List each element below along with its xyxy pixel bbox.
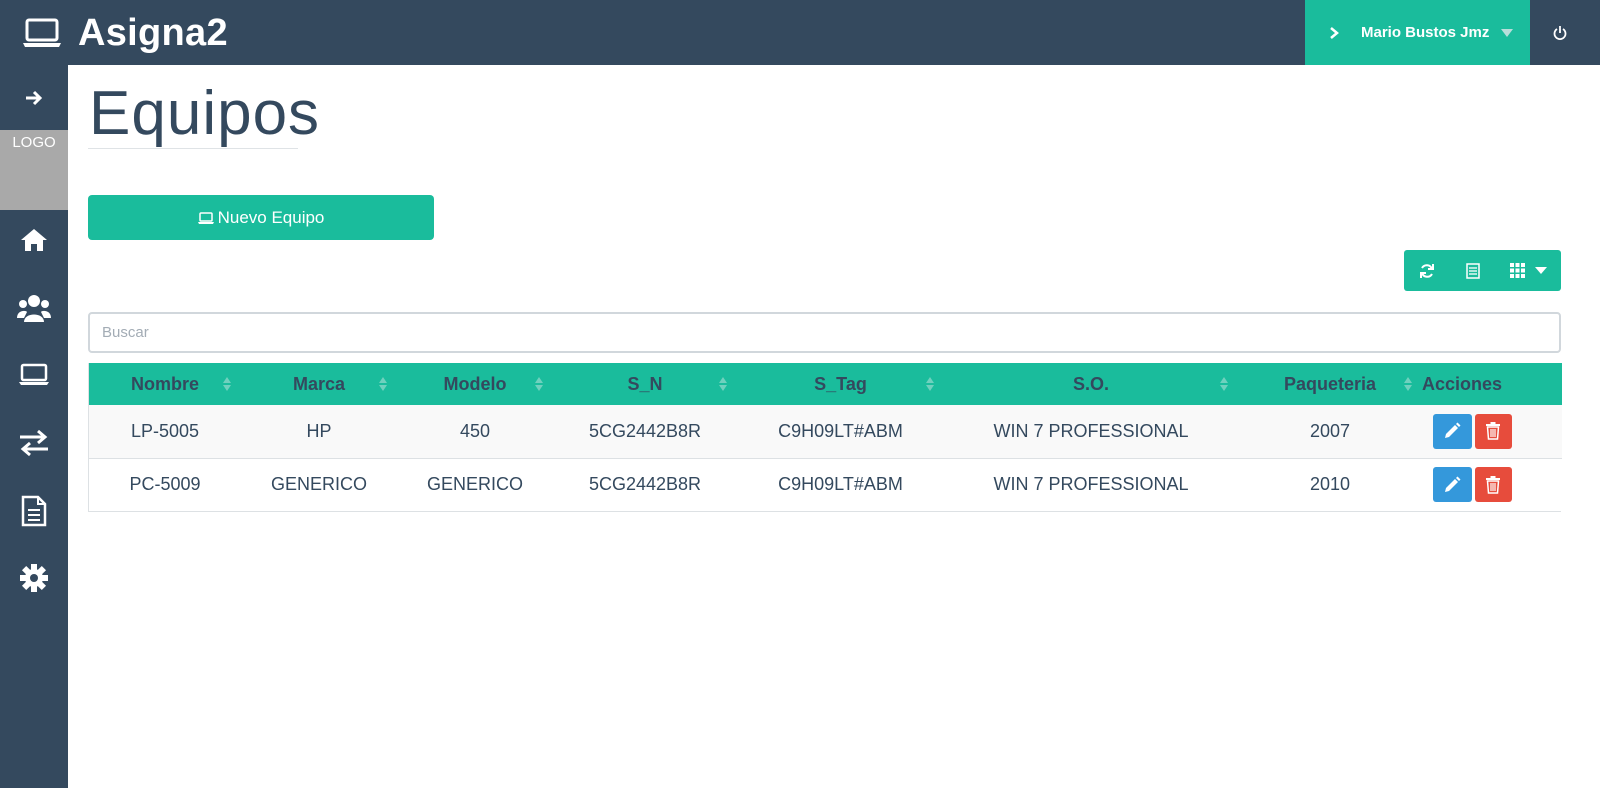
document-icon — [21, 495, 47, 527]
sidebar: LOGO — [0, 65, 68, 788]
toggle-view-button[interactable] — [1450, 250, 1496, 291]
edit-button[interactable] — [1432, 467, 1472, 503]
sidebar-toggle[interactable] — [0, 65, 68, 130]
column-header-so[interactable]: S.O. — [944, 363, 1238, 405]
sort-icon — [926, 377, 934, 391]
top-navbar: Asigna2 Mario Bustos Jmz — [0, 0, 1600, 65]
cell-sn: 5CG2442B8R — [588, 474, 702, 495]
list-icon — [1466, 262, 1480, 279]
table-header-row: Nombre Marca Modelo S_N S_Tag S.O. Paque… — [89, 363, 1562, 405]
grid-icon — [1510, 263, 1525, 278]
pencil-icon — [1445, 422, 1461, 439]
app-title: Asigna2 — [78, 11, 228, 54]
caret-down-icon — [1535, 266, 1547, 274]
laptop-icon — [23, 18, 61, 47]
home-icon — [21, 229, 47, 251]
users-icon — [17, 295, 51, 322]
arrow-right-icon — [26, 90, 43, 105]
cell-marca: HP — [306, 420, 332, 441]
new-equipo-button[interactable]: Nuevo Equipo — [88, 195, 434, 240]
new-equipo-label: Nuevo Equipo — [217, 207, 325, 227]
refresh-button[interactable] — [1404, 250, 1450, 291]
cell-so: WIN 7 PROFESSIONAL — [993, 420, 1189, 441]
delete-button[interactable] — [1474, 413, 1512, 449]
column-header-nombre[interactable]: Nombre — [89, 363, 241, 405]
cell-paqueteria: 2007 — [1309, 420, 1351, 441]
page-title: Equipos — [89, 79, 321, 148]
cell-so: WIN 7 PROFESSIONAL — [993, 474, 1189, 495]
column-header-acciones: Acciones — [1422, 373, 1503, 394]
cell-nombre: LP-5005 — [130, 420, 200, 441]
cell-nombre: PC-5009 — [129, 474, 201, 495]
sidebar-item-equipos[interactable] — [0, 347, 68, 403]
trash-icon — [1486, 475, 1500, 494]
cell-stag: C9H09LT#ABM — [778, 474, 903, 495]
sort-icon — [1220, 377, 1228, 391]
trash-icon — [1486, 422, 1500, 440]
cell-sn: 5CG2442B8R — [588, 420, 702, 441]
sort-icon — [535, 377, 543, 391]
logo: LOGO — [0, 130, 68, 210]
cell-paqueteria: 2010 — [1309, 474, 1351, 495]
edit-button[interactable] — [1432, 413, 1472, 449]
sort-icon — [223, 377, 231, 391]
sort-icon — [379, 377, 387, 391]
brand[interactable]: Asigna2 — [22, 10, 228, 56]
chevron-right-icon — [1330, 26, 1339, 39]
column-header-modelo[interactable]: Modelo — [397, 363, 553, 405]
table-toolbar — [1404, 250, 1561, 291]
search-input[interactable] — [88, 312, 1561, 353]
caret-down-icon — [1501, 28, 1514, 37]
table-row: PC-5009 GENERICO GENERICO 5CG2442B8R C9H… — [89, 458, 1562, 511]
sort-icon — [1404, 377, 1412, 391]
sidebar-item-asignaciones[interactable] — [0, 415, 68, 471]
refresh-icon — [1420, 263, 1434, 278]
cell-acciones — [1422, 405, 1562, 458]
table-row: LP-5005 HP 450 5CG2442B8R C9H09LT#ABM WI… — [89, 405, 1562, 458]
cell-modelo: 450 — [459, 420, 491, 441]
power-icon — [1553, 25, 1567, 40]
column-header-stag[interactable]: S_Tag — [737, 363, 944, 405]
sidebar-item-settings[interactable] — [0, 550, 68, 606]
cell-marca: GENERICO — [270, 474, 367, 495]
title-divider — [88, 148, 298, 149]
laptop-icon — [197, 211, 214, 224]
column-header-marca[interactable]: Marca — [241, 363, 397, 405]
columns-dropdown-button[interactable] — [1496, 250, 1561, 291]
exchange-icon — [20, 429, 48, 457]
equipos-table: Nombre Marca Modelo S_N S_Tag S.O. Paque… — [88, 363, 1562, 512]
delete-button[interactable] — [1474, 467, 1512, 503]
sidebar-item-users[interactable] — [0, 280, 68, 336]
cell-acciones — [1422, 458, 1562, 511]
user-name: Mario Bustos Jmz — [1361, 24, 1490, 41]
sidebar-item-reportes[interactable] — [0, 483, 68, 539]
sort-icon — [719, 377, 727, 391]
cell-modelo: GENERICO — [426, 474, 523, 495]
logout-button[interactable] — [1545, 0, 1575, 65]
laptop-icon — [19, 363, 49, 385]
column-header-sn[interactable]: S_N — [553, 363, 737, 405]
column-header-paqueteria[interactable]: Paqueteria — [1238, 363, 1422, 405]
user-menu[interactable]: Mario Bustos Jmz — [1305, 0, 1530, 65]
pencil-icon — [1445, 476, 1461, 492]
sidebar-item-home[interactable] — [0, 212, 68, 268]
cell-stag: C9H09LT#ABM — [778, 420, 903, 441]
gear-icon — [20, 564, 48, 592]
